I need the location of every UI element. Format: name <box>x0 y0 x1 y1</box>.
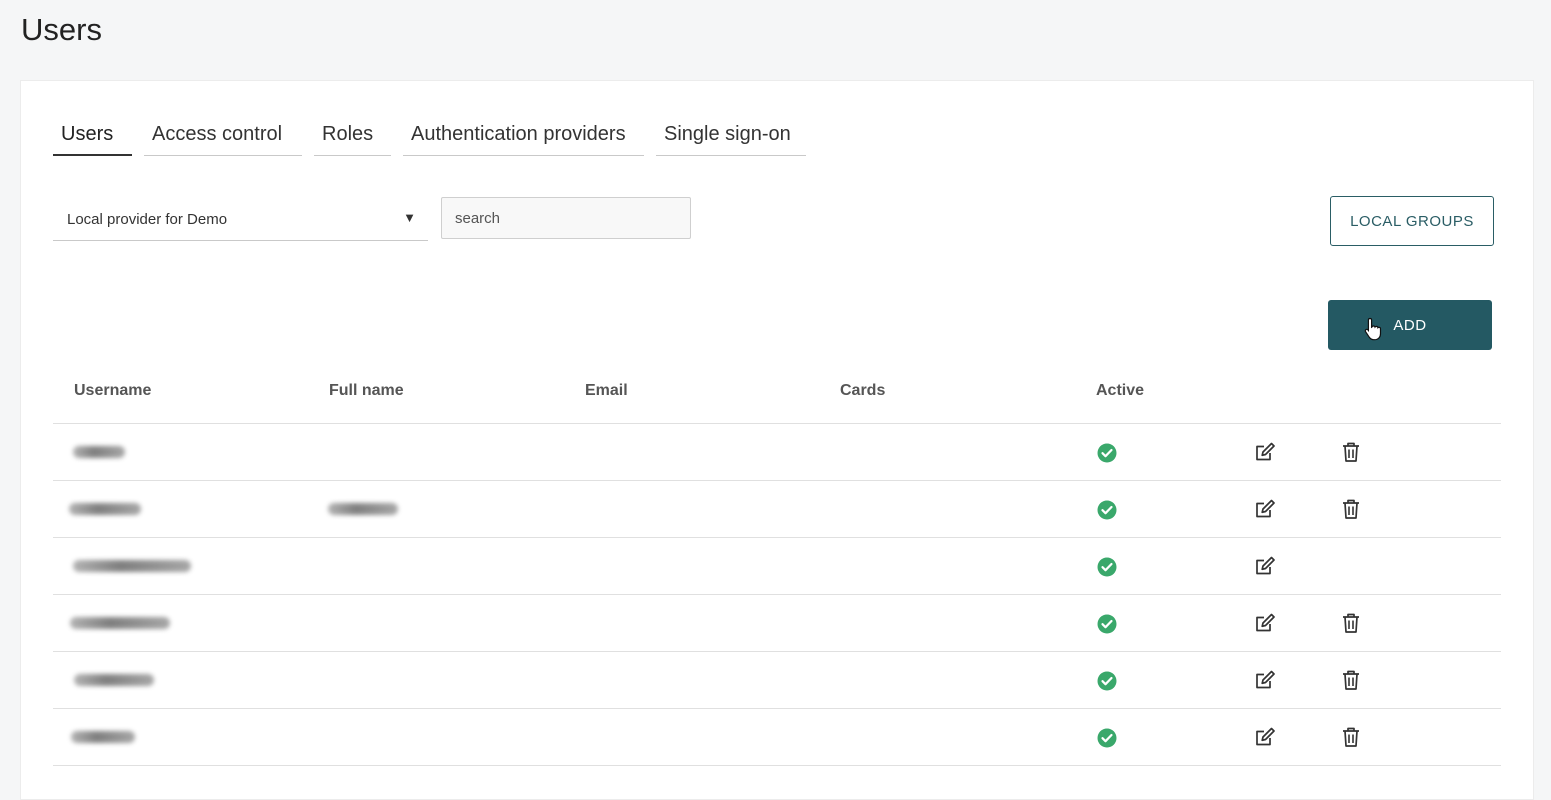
provider-select[interactable]: Local provider for Demo ▼ <box>53 199 428 241</box>
check-circle-icon <box>1097 671 1117 691</box>
trash-icon[interactable] <box>1341 669 1361 691</box>
tab-authentication-providers[interactable]: Authentication providers <box>403 119 644 156</box>
tab-roles[interactable]: Roles <box>314 119 391 156</box>
table-row <box>53 538 1501 595</box>
username-cell-redacted <box>70 617 170 629</box>
full-name-cell-redacted <box>328 503 398 515</box>
edit-icon[interactable] <box>1254 669 1276 691</box>
table-header: Username Full name Email Cards Active <box>53 363 1501 424</box>
trash-icon[interactable] <box>1341 612 1361 634</box>
users-card: Users Access control Roles Authenticatio… <box>20 80 1534 800</box>
users-table: Username Full name Email Cards Active <box>53 363 1501 766</box>
table-row <box>53 481 1501 538</box>
table-row <box>53 709 1501 766</box>
table-row <box>53 652 1501 709</box>
edit-icon[interactable] <box>1254 498 1276 520</box>
username-cell-redacted <box>74 674 154 686</box>
tab-users[interactable]: Users <box>53 119 132 156</box>
username-cell-redacted <box>71 731 135 743</box>
column-header-full-name: Full name <box>329 382 404 399</box>
tab-single-sign-on[interactable]: Single sign-on <box>656 119 806 156</box>
caret-down-icon: ▼ <box>403 210 416 225</box>
add-user-button[interactable]: ADD <box>1328 300 1492 350</box>
column-header-cards: Cards <box>840 382 886 399</box>
edit-icon[interactable] <box>1254 441 1276 463</box>
search-input[interactable] <box>441 197 691 239</box>
edit-icon[interactable] <box>1254 555 1276 577</box>
provider-select-value: Local provider for Demo <box>67 211 228 228</box>
column-header-email: Email <box>585 382 628 399</box>
check-circle-icon <box>1097 443 1117 463</box>
check-circle-icon <box>1097 614 1117 634</box>
trash-icon[interactable] <box>1341 726 1361 748</box>
local-groups-button[interactable]: LOCAL GROUPS <box>1330 196 1494 246</box>
edit-icon[interactable] <box>1254 726 1276 748</box>
check-circle-icon <box>1097 728 1117 748</box>
table-row <box>53 595 1501 652</box>
page-title: Users <box>21 12 102 47</box>
check-circle-icon <box>1097 500 1117 520</box>
column-header-active: Active <box>1096 382 1145 399</box>
trash-icon[interactable] <box>1341 441 1361 463</box>
username-cell-redacted <box>73 560 191 572</box>
tab-access-control[interactable]: Access control <box>144 119 302 156</box>
edit-icon[interactable] <box>1254 612 1276 634</box>
trash-icon[interactable] <box>1341 498 1361 520</box>
username-cell-redacted <box>69 503 141 515</box>
table-row <box>53 424 1501 481</box>
username-cell-redacted <box>73 446 125 458</box>
check-circle-icon <box>1097 557 1117 577</box>
column-header-username: Username <box>74 382 152 399</box>
